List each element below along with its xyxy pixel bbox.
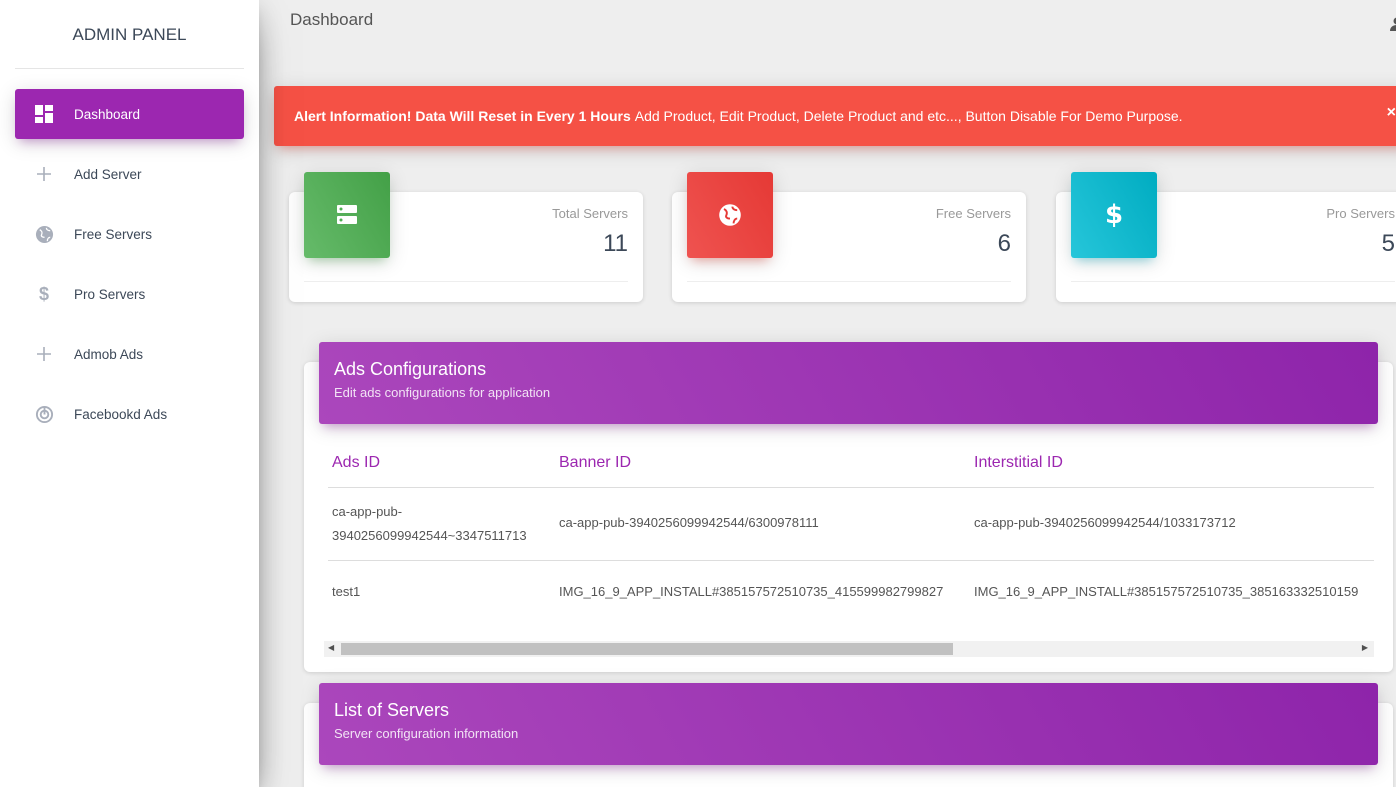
ads-card-header: Ads Configurations Edit ads configuratio…	[319, 342, 1378, 424]
stat-value: 11	[603, 230, 628, 257]
ads-id-cell-line2: 3940256099942544~3347511713	[332, 528, 527, 543]
sidebar-item-add-server[interactable]: Add Server	[15, 149, 244, 199]
sidebar-item-pro-servers[interactable]: $ Pro Servers	[15, 269, 244, 319]
sidebar-nav: Dashboard Add Server Free Servers $ Pro …	[15, 89, 244, 449]
divider	[687, 281, 1011, 282]
sidebar-item-label: Dashboard	[74, 106, 141, 122]
table-divider	[328, 560, 1374, 561]
dashboard-icon	[29, 99, 59, 129]
stat-label: Free Servers	[935, 206, 1011, 221]
close-icon[interactable]: ×	[1387, 104, 1396, 122]
person-icon[interactable]	[1390, 17, 1396, 31]
table-divider	[328, 487, 1374, 488]
divider	[1071, 281, 1395, 282]
card-subtitle: Server configuration information	[334, 726, 519, 741]
plus-icon	[29, 339, 59, 369]
column-header-interstitial-id[interactable]: Interstitial ID	[974, 454, 1063, 472]
track-icon	[29, 399, 59, 429]
stat-card-free-servers: Free Servers 6	[672, 172, 1026, 302]
interstitial-id-cell: IMG_16_9_APP_INSTALL#385157572510735_385…	[974, 584, 1359, 599]
sidebar-item-facebook-ads[interactable]: Facebookd Ads	[15, 389, 244, 439]
ads-id-cell: test1	[332, 584, 361, 599]
stat-card-pro-servers: $ Pro Servers 5	[1056, 172, 1396, 302]
stat-value: 5	[1381, 230, 1395, 257]
storage-icon	[304, 172, 390, 258]
scrollbar-thumb[interactable]	[341, 643, 953, 655]
stat-card-total-servers: Total Servers 11	[289, 172, 643, 302]
card-title: Ads Configurations	[334, 359, 487, 379]
alert-banner: Alert Information! Data Will Reset in Ev…	[274, 86, 1396, 146]
banner-id-cell: IMG_16_9_APP_INSTALL#385157572510735_415…	[559, 584, 944, 599]
card-title: List of Servers	[334, 700, 450, 720]
scroll-left-icon[interactable]: ◀	[328, 643, 334, 652]
stat-label: Pro Servers	[1326, 206, 1395, 221]
interstitial-id-cell: ca-app-pub-3940256099942544/1033173712	[974, 515, 1236, 530]
sidebar-item-admob-ads[interactable]: Admob Ads	[15, 329, 244, 379]
sidebar: ADMIN PANEL Dashboard Add Server Free Se…	[0, 0, 259, 787]
scroll-right-icon[interactable]: ▶	[1362, 643, 1368, 652]
plus-icon	[29, 159, 59, 189]
page-title[interactable]: Dashboard	[290, 10, 373, 30]
alert-bold-text: Alert Information! Data Will Reset in Ev…	[294, 108, 631, 124]
sidebar-item-label: Facebookd Ads	[74, 406, 168, 422]
sidebar-item-free-servers[interactable]: Free Servers	[15, 209, 244, 259]
sidebar-item-label: Free Servers	[74, 226, 153, 242]
sidebar-item-label: Pro Servers	[74, 286, 146, 302]
column-header-ads-id[interactable]: Ads ID	[332, 454, 380, 472]
top-navbar: Dashboard	[259, 0, 1396, 50]
sidebar-item-label: Admob Ads	[74, 346, 144, 362]
brand-logo-text[interactable]: ADMIN PANEL	[15, 0, 244, 69]
stat-label: Total Servers	[552, 206, 628, 221]
sidebar-item-label: Add Server	[74, 166, 142, 182]
ads-id-cell: ca-app-pub-	[332, 504, 403, 519]
column-header-banner-id[interactable]: Banner ID	[559, 454, 631, 472]
sidebar-item-dashboard[interactable]: Dashboard	[15, 89, 244, 139]
banner-id-cell: ca-app-pub-3940256099942544/6300978111	[559, 515, 819, 530]
divider	[304, 281, 628, 282]
dollar-icon: $	[1071, 172, 1157, 258]
alert-text: Add Product, Edit Product, Delete Produc…	[634, 108, 1183, 124]
globe-icon	[29, 219, 59, 249]
card-subtitle: Edit ads configurations for application	[334, 385, 551, 400]
servers-card-header: List of Servers Server configuration inf…	[319, 683, 1378, 765]
stat-value: 6	[997, 230, 1011, 257]
globe-icon	[687, 172, 773, 258]
horizontal-scrollbar[interactable]: ◀ ▶	[324, 641, 1374, 657]
dollar-icon: $	[38, 283, 49, 304]
